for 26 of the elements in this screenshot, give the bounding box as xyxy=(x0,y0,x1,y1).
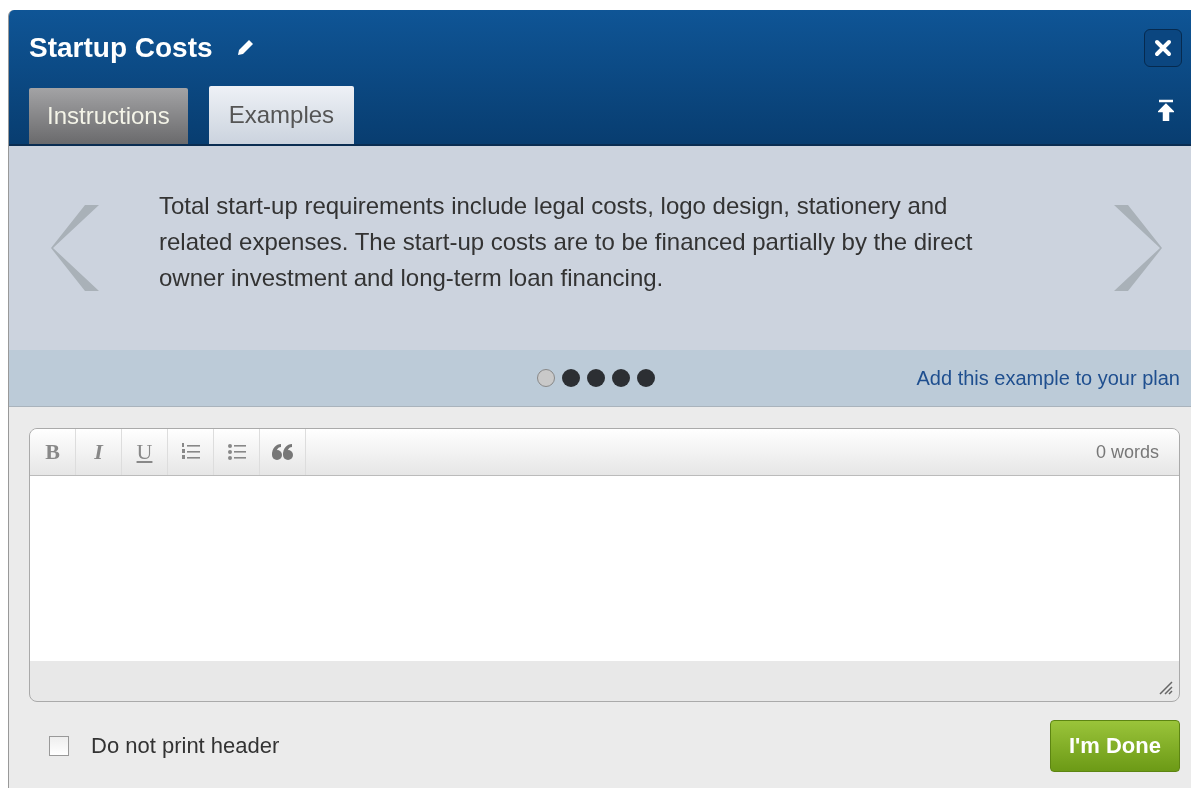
page-dot[interactable] xyxy=(537,369,555,387)
add-example-link[interactable]: Add this example to your plan xyxy=(916,366,1180,390)
checkbox[interactable] xyxy=(49,736,69,756)
page-dot[interactable] xyxy=(612,369,630,387)
bullet-list-icon xyxy=(226,442,247,462)
close-button[interactable] xyxy=(1144,29,1182,67)
example-text: Total start-up requirements include legal costs, logo design, stationery and related expenses. The start-up costs are to be financed partially by the direct owner investment and long-term loan financing. xyxy=(159,191,974,293)
page-dot[interactable] xyxy=(562,369,580,387)
italic-button[interactable]: I xyxy=(76,429,122,475)
checkbox-label: Do not print header xyxy=(91,733,280,759)
page-dot[interactable] xyxy=(587,369,605,387)
done-button[interactable]: I'm Done xyxy=(1049,720,1180,772)
underline-button[interactable]: U xyxy=(122,429,168,475)
quote-icon xyxy=(271,443,294,461)
numbered-list-icon xyxy=(180,442,201,462)
tab[interactable]: Examples xyxy=(208,86,355,144)
close-icon xyxy=(1154,39,1172,57)
text-input[interactable] xyxy=(30,476,1179,661)
text-editor[interactable]: B I U 0 words xyxy=(29,428,1180,702)
collapse-icon[interactable] xyxy=(1158,99,1174,121)
page-dot[interactable] xyxy=(637,369,655,387)
window-title: Startup Costs xyxy=(29,32,213,64)
word-count: 0 words xyxy=(1095,441,1159,463)
tab[interactable]: Instructions xyxy=(29,88,188,144)
resize-handle-icon[interactable] xyxy=(1157,679,1173,695)
bold-button[interactable]: B xyxy=(30,429,76,475)
